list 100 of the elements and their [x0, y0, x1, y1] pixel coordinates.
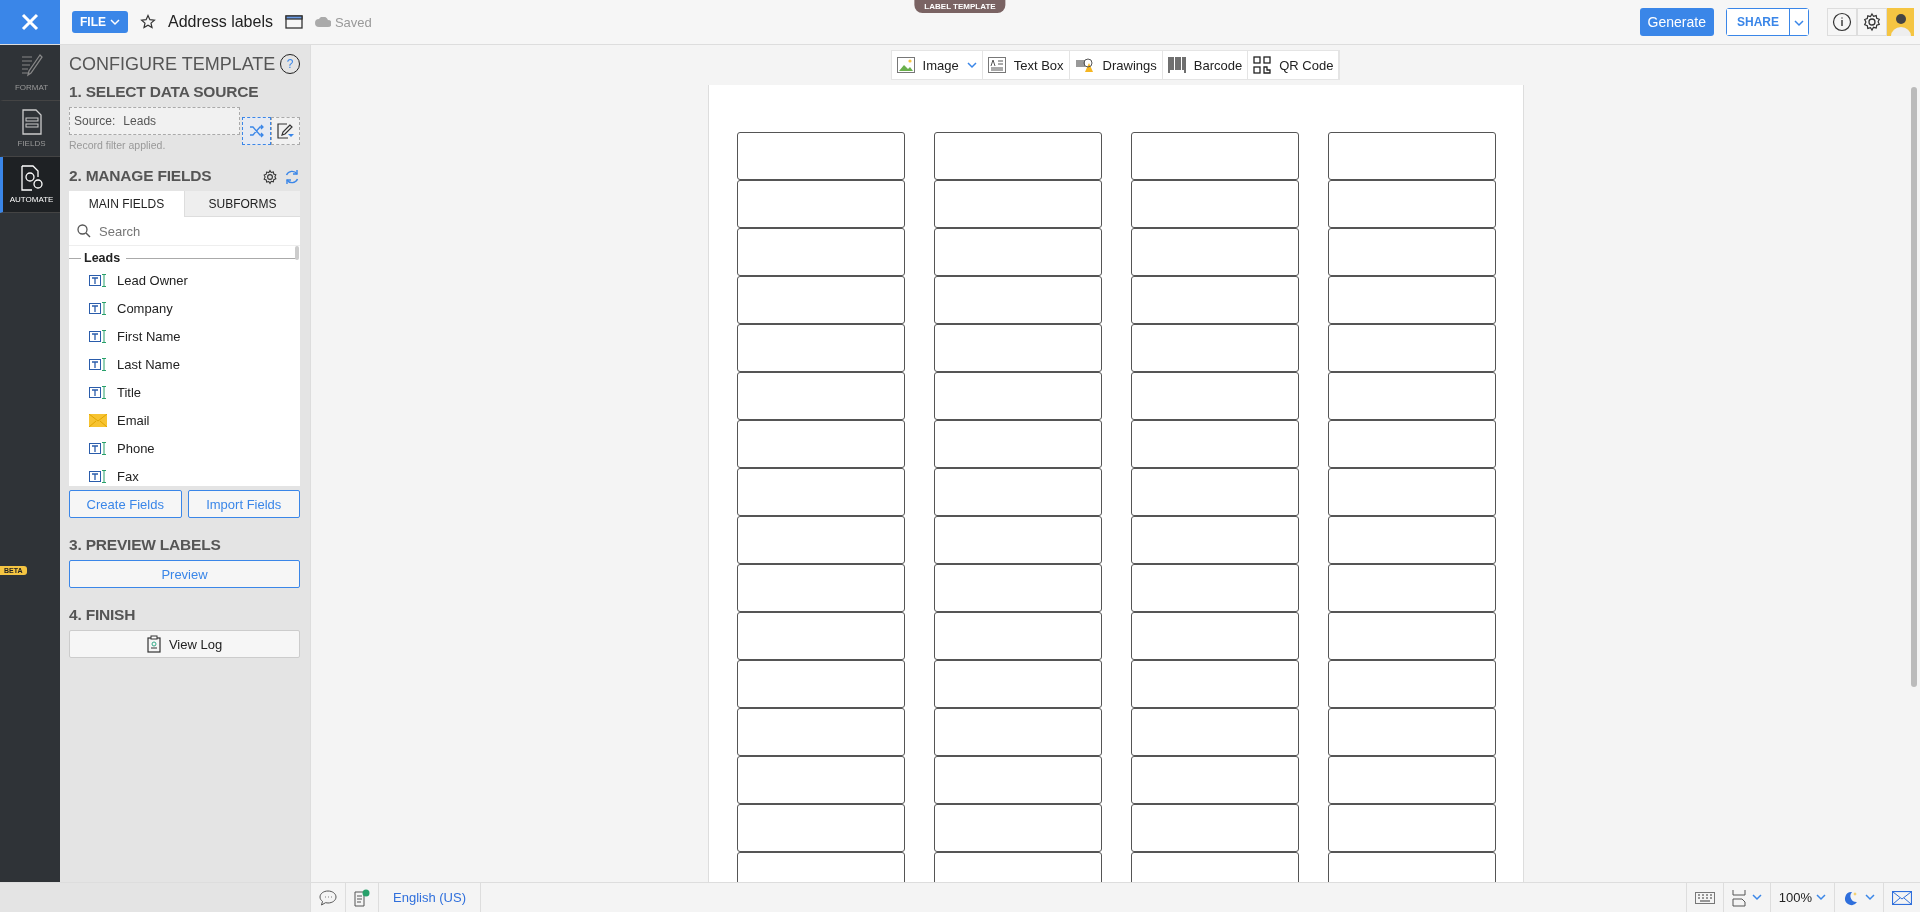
label-outline[interactable] [736, 372, 905, 420]
label-outline[interactable] [933, 612, 1102, 660]
label-outline[interactable] [1130, 372, 1299, 420]
label-outline[interactable] [1130, 420, 1299, 468]
label-outline[interactable] [1327, 228, 1496, 276]
close-button[interactable] [0, 0, 60, 44]
settings-icon[interactable] [262, 169, 278, 185]
label-outline[interactable] [736, 420, 905, 468]
label-outline[interactable] [1130, 708, 1299, 756]
label-outline[interactable] [933, 276, 1102, 324]
label-outline[interactable] [933, 804, 1102, 852]
label-outline[interactable] [736, 612, 905, 660]
label-outline[interactable] [933, 708, 1102, 756]
label-outline[interactable] [1130, 324, 1299, 372]
label-outline[interactable] [736, 228, 905, 276]
label-outline[interactable] [1327, 516, 1496, 564]
label-outline[interactable] [1130, 804, 1299, 852]
label-outline[interactable] [933, 228, 1102, 276]
label-outline[interactable] [1327, 660, 1496, 708]
filter-note: Record filter applied. [69, 139, 167, 151]
label-outline[interactable] [1130, 228, 1299, 276]
qr-code-icon [1253, 56, 1272, 74]
label-outline[interactable] [1327, 804, 1496, 852]
label-outline[interactable] [933, 180, 1102, 228]
star-icon[interactable] [140, 14, 156, 30]
label-outline[interactable] [933, 372, 1102, 420]
section-heading: 1. SELECT DATA SOURCE [69, 83, 260, 101]
label-outline[interactable] [1327, 564, 1496, 612]
view-log-button[interactable]: View Log [69, 630, 300, 658]
save-status: Saved [334, 14, 372, 30]
label-outline[interactable] [736, 516, 905, 564]
label-outline[interactable] [933, 756, 1102, 804]
label-outline[interactable] [1130, 660, 1299, 708]
refresh-icon[interactable] [284, 169, 300, 185]
label-outline[interactable] [736, 468, 905, 516]
field-item[interactable]: First Name [69, 322, 300, 350]
field-item[interactable]: Lead Owner [69, 266, 300, 294]
label-outline[interactable] [933, 660, 1102, 708]
label-outline[interactable] [933, 468, 1102, 516]
list-tab[interactable]: SUBFORMS [184, 191, 300, 217]
file-menu-button[interactable]: FILE [72, 11, 128, 33]
data-source-field[interactable]: Source: Leads [69, 107, 240, 135]
label-outline[interactable] [736, 756, 905, 804]
field-item[interactable]: Company [69, 294, 300, 322]
label-outline[interactable] [736, 804, 905, 852]
label-outline[interactable] [933, 324, 1102, 372]
field-item[interactable]: Phone [69, 434, 300, 462]
label-outline[interactable] [736, 180, 905, 228]
label-outline[interactable] [933, 564, 1102, 612]
text-field-icon [89, 469, 107, 483]
label-outline[interactable] [1327, 324, 1496, 372]
label-outline[interactable] [1327, 420, 1496, 468]
label-outline[interactable] [1327, 276, 1496, 324]
field-action-button[interactable]: Create Fields [69, 490, 182, 518]
label-outline[interactable] [1130, 468, 1299, 516]
label-outline[interactable] [1327, 612, 1496, 660]
label-outline[interactable] [933, 516, 1102, 564]
label-outline[interactable] [736, 660, 905, 708]
label-outline[interactable] [1130, 564, 1299, 612]
generate-button[interactable]: Generate [1639, 8, 1714, 36]
label-outline[interactable] [1130, 516, 1299, 564]
label-outline[interactable] [1130, 180, 1299, 228]
avatar[interactable] [1887, 8, 1914, 36]
label-outline[interactable] [736, 132, 905, 180]
label-outline[interactable] [1327, 756, 1496, 804]
info-button[interactable] [1827, 8, 1857, 36]
label-outline[interactable] [736, 564, 905, 612]
image-icon [896, 57, 915, 73]
label-outline[interactable] [1327, 180, 1496, 228]
label-outline[interactable] [1130, 756, 1299, 804]
label-outline[interactable] [736, 276, 905, 324]
label-outline[interactable] [1327, 372, 1496, 420]
edit-filter-button[interactable] [271, 117, 300, 145]
language-button[interactable]: English (US) [378, 883, 481, 912]
barcode-icon [1167, 56, 1186, 74]
chevron-down-icon [1865, 894, 1875, 901]
label-outline[interactable] [736, 324, 905, 372]
field-item[interactable]: Last Name [69, 350, 300, 378]
label-outline[interactable] [1327, 132, 1496, 180]
field-item[interactable]: Email [69, 406, 300, 434]
search-field[interactable]: Search [99, 221, 249, 241]
sidebar-tab[interactable]: AUTOMATE [0, 157, 60, 213]
label-outline[interactable] [1130, 276, 1299, 324]
clipboard-icon [146, 635, 161, 653]
share-button[interactable]: SHARE [1727, 9, 1790, 35]
label-outline[interactable] [1327, 708, 1496, 756]
chevron-down-icon [110, 18, 120, 26]
settings-button[interactable] [1857, 8, 1887, 36]
label-outline[interactable] [1130, 132, 1299, 180]
document-gear-icon [19, 165, 44, 191]
label-outline[interactable] [933, 420, 1102, 468]
label-outline[interactable] [933, 132, 1102, 180]
label-outline[interactable] [1327, 468, 1496, 516]
section-heading: 2. MANAGE FIELDS [69, 167, 213, 185]
field-item[interactable]: Fax [69, 462, 300, 486]
label-outline[interactable] [1130, 612, 1299, 660]
field-item[interactable]: Title [69, 378, 300, 406]
label-outline[interactable] [736, 708, 905, 756]
folder-icon[interactable] [284, 15, 303, 29]
field-action-button[interactable]: Import Fields [187, 490, 300, 518]
